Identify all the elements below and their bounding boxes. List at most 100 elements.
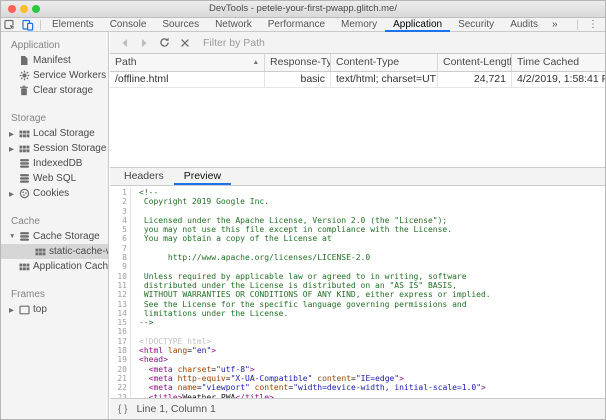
code-line: 3 — [110, 207, 605, 216]
chevron-down-icon[interactable]: ▼ — [9, 233, 19, 240]
code-text: <head> — [131, 355, 168, 364]
sidebar-item-label: Application Cache — [33, 261, 108, 272]
frame-icon — [19, 305, 33, 315]
table-cell-time-cached: 4/2/2019, 1:58:41 PM — [512, 72, 605, 87]
code-line: 10 Unless required by applicable law or … — [110, 272, 605, 281]
table-icon — [19, 144, 33, 154]
code-text — [131, 327, 139, 336]
code-text — [131, 244, 139, 253]
code-text: you may not use this file except in comp… — [131, 225, 452, 234]
code-text: http://www.apache.org/licenses/LICENSE-2… — [131, 253, 370, 262]
code-text: <html lang="en"> — [131, 346, 216, 355]
table-header: Path▲ Response-TypeContent-TypeContent-Le… — [110, 54, 605, 72]
line-number: 11 — [110, 281, 131, 290]
filter-input[interactable] — [203, 37, 605, 49]
code-line: 14 limitations under the License. — [110, 309, 605, 318]
code-text: See the License for the specific languag… — [131, 300, 467, 309]
sidebar-item-label: top — [33, 304, 47, 315]
code-line: 4 Licensed under the Apache License, Ver… — [110, 216, 605, 225]
column-header-path[interactable]: Path▲ — [110, 54, 265, 71]
chevron-right-icon[interactable]: ▶ — [9, 306, 19, 314]
code-line: 11 distributed under the License is dist… — [110, 281, 605, 290]
window-minimize-button[interactable] — [20, 5, 28, 13]
column-header-content-type[interactable]: Content-Type — [331, 54, 438, 71]
forward-icon[interactable] — [139, 38, 150, 48]
preview-tab-headers[interactable]: Headers — [114, 168, 174, 185]
column-header-label: Response-Type — [270, 54, 331, 71]
preview-tab-preview[interactable]: Preview — [174, 168, 231, 185]
sidebar-item-manifest[interactable]: Manifest — [1, 53, 108, 68]
code-text — [131, 207, 139, 216]
sidebar-item-service-workers[interactable]: Service Workers — [1, 68, 108, 83]
code-line: 2 Copyright 2019 Google Inc. — [110, 197, 605, 206]
chevron-right-icon[interactable]: ▶ — [9, 190, 19, 198]
tab-memory[interactable]: Memory — [333, 18, 385, 32]
window-title: DevTools - petele-your-first-pwapp.glitc… — [1, 1, 605, 17]
gear-icon — [19, 70, 33, 81]
line-number: 6 — [110, 234, 131, 243]
sidebar-section-storage: Storage — [1, 111, 108, 126]
sidebar-section-cache: Cache — [1, 214, 108, 229]
line-number: 15 — [110, 318, 131, 327]
clear-icon[interactable] — [179, 38, 190, 48]
window-controls — [8, 5, 40, 13]
code-line: 22 <meta name="viewport" content="width=… — [110, 383, 605, 392]
tab-audits[interactable]: Audits — [502, 18, 546, 32]
manifest-icon — [19, 55, 33, 66]
refresh-icon[interactable] — [159, 37, 170, 48]
code-preview[interactable]: 1<!--2 Copyright 2019 Google Inc.34 Lice… — [110, 186, 605, 398]
devtools-tabs: ElementsConsoleSourcesNetworkPerformance… — [44, 18, 546, 32]
window-zoom-button[interactable] — [32, 5, 40, 13]
database-icon — [19, 231, 33, 242]
line-number: 17 — [110, 337, 131, 346]
tab-network[interactable]: Network — [207, 18, 260, 32]
table-row[interactable]: /offline.htmlbasictext/html; charset=UTF… — [110, 72, 605, 88]
sidebar-item-web-sql[interactable]: Web SQL — [1, 171, 108, 186]
tab-security[interactable]: Security — [450, 18, 502, 32]
tab-sources[interactable]: Sources — [154, 18, 207, 32]
line-number: 3 — [110, 207, 131, 216]
sidebar-section-application: Application — [1, 38, 108, 53]
back-icon[interactable] — [119, 38, 130, 48]
line-number: 5 — [110, 225, 131, 234]
window-titlebar: DevTools - petele-your-first-pwapp.glitc… — [1, 1, 605, 18]
inspect-element-icon[interactable] — [1, 18, 19, 31]
sidebar-item-application-cache[interactable]: Application Cache — [1, 259, 108, 274]
sidebar-item-top[interactable]: ▶ top — [1, 302, 108, 317]
chevron-right-icon[interactable]: ▶ — [9, 145, 19, 153]
tab-console[interactable]: Console — [102, 18, 155, 32]
cache-storage-panel: Path▲ Response-TypeContent-TypeContent-Le… — [110, 32, 605, 419]
column-header-time-cached[interactable]: Time Cached — [512, 54, 605, 71]
column-header-response-type[interactable]: Response-Type — [265, 54, 331, 71]
code-line: 7 — [110, 244, 605, 253]
code-text: You may obtain a copy of the License at — [131, 234, 332, 243]
table-body: /offline.htmlbasictext/html; charset=UTF… — [110, 72, 605, 167]
table-icon — [19, 129, 33, 139]
sidebar-item-cache-storage[interactable]: ▼Cache Storage — [1, 229, 108, 244]
tab-elements[interactable]: Elements — [44, 18, 102, 32]
more-tabs-chevron-icon[interactable]: » — [546, 19, 564, 30]
device-toolbar-icon[interactable] — [19, 18, 37, 31]
line-number: 9 — [110, 262, 131, 271]
sidebar-item-session-storage[interactable]: ▶Session Storage — [1, 141, 108, 156]
table-icon — [19, 262, 33, 272]
sidebar-item-cookies[interactable]: ▶Cookies — [1, 186, 108, 201]
chevron-right-icon[interactable]: ▶ — [9, 130, 19, 138]
sidebar-item-local-storage[interactable]: ▶ Local Storage — [1, 126, 108, 141]
column-header-content-length[interactable]: Content-Length — [438, 54, 512, 71]
kebab-menu-icon[interactable]: ⋮ — [581, 19, 605, 30]
code-line: 15--> — [110, 318, 605, 327]
code-line: 21 <meta http-equiv="X-UA-Compatible" co… — [110, 374, 605, 383]
table-cell-content-length: 24,721 — [438, 72, 512, 87]
sidebar-item-indexeddb[interactable]: IndexedDB — [1, 156, 108, 171]
code-line: 6 You may obtain a copy of the License a… — [110, 234, 605, 243]
sidebar-item-static-cache-v1-ht[interactable]: static-cache-v1 - ht — [1, 244, 108, 259]
tab-performance[interactable]: Performance — [260, 18, 333, 32]
tab-application[interactable]: Application — [385, 18, 450, 32]
sidebar-item-clear-storage[interactable]: Clear storage — [1, 83, 108, 98]
sidebar-item-label: Local Storage — [33, 128, 95, 139]
window-close-button[interactable] — [8, 5, 16, 13]
line-number: 13 — [110, 300, 131, 309]
code-text: distributed under the License is distrib… — [131, 281, 457, 290]
code-text: --> — [131, 318, 153, 327]
